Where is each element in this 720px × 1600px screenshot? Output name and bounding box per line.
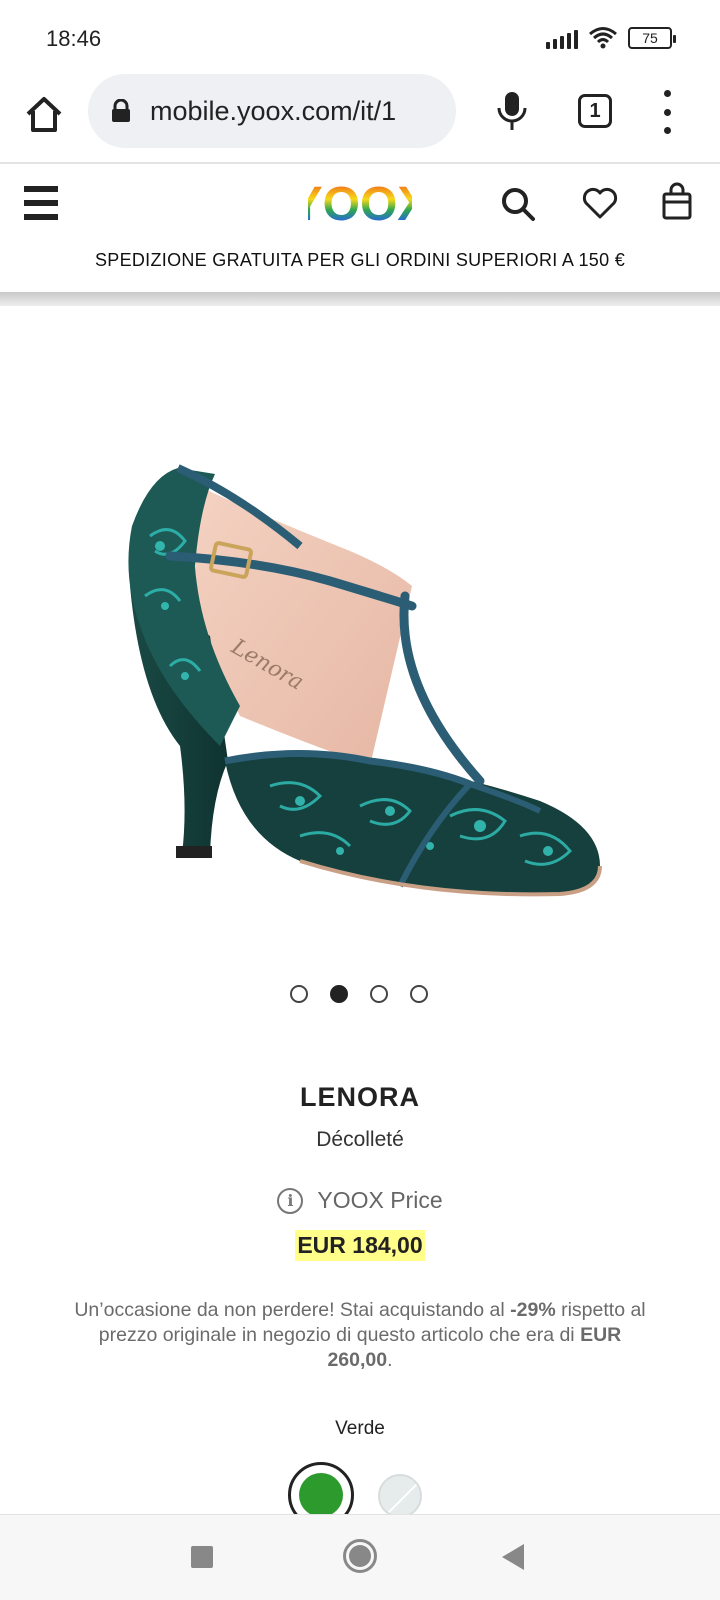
- color-swatch-unavailable[interactable]: [378, 1474, 422, 1518]
- heart-icon[interactable]: [582, 186, 618, 220]
- status-bar: 18:46 75: [0, 0, 720, 74]
- address-bar[interactable]: mobile.yoox.com/it/1: [88, 74, 456, 148]
- promo-discount: -29%: [510, 1299, 556, 1321]
- system-nav-bar: [0, 1514, 720, 1600]
- menu-icon[interactable]: [24, 186, 58, 220]
- home-circle-icon[interactable]: [343, 1539, 377, 1573]
- site-header: YOOX SPEDIZIONE GRATUITA PER GLI ORDINI …: [0, 164, 720, 292]
- price-wrap: EUR 184,00: [0, 1230, 720, 1261]
- swatch-fill: [299, 1473, 343, 1517]
- status-icons: 75: [546, 26, 676, 50]
- image-carousel-dots: [290, 985, 428, 1003]
- promo-text-3: .: [387, 1349, 393, 1371]
- url-text: mobile.yoox.com/it/1: [150, 95, 397, 126]
- selected-color-name: Verde: [335, 1418, 385, 1439]
- yoox-logo[interactable]: YOOX: [308, 176, 412, 228]
- price-label-row: i YOOX Price: [0, 1187, 720, 1214]
- product-image[interactable]: Lenora: [0, 306, 720, 956]
- signal-icon: [546, 27, 578, 49]
- shopping-bag-icon[interactable]: [662, 182, 692, 220]
- recent-apps-icon[interactable]: [191, 1546, 213, 1568]
- overflow-menu-icon[interactable]: [660, 90, 674, 134]
- header-shadow: [0, 292, 720, 306]
- carousel-dot-2[interactable]: [330, 985, 348, 1003]
- mic-icon[interactable]: [492, 88, 532, 136]
- battery-icon: 75: [628, 27, 676, 49]
- browser-toolbar: mobile.yoox.com/it/1 1: [0, 74, 720, 164]
- promo-text-1: Un’occasione da non perdere! Stai acquis…: [74, 1299, 511, 1321]
- shipping-banner: SPEDIZIONE GRATUITA PER GLI ORDINI SUPER…: [94, 250, 626, 270]
- tabs-icon[interactable]: 1: [578, 94, 612, 128]
- product-category: Décolleté: [316, 1128, 404, 1151]
- carousel-dot-3[interactable]: [370, 985, 388, 1003]
- carousel-dot-4[interactable]: [410, 985, 428, 1003]
- price-label: YOOX Price: [317, 1187, 443, 1213]
- wifi-icon: [589, 27, 617, 49]
- clock: 18:46: [46, 26, 102, 51]
- carousel-dot-1[interactable]: [290, 985, 308, 1003]
- product-brand[interactable]: LENORA: [0, 1082, 720, 1113]
- info-icon[interactable]: i: [277, 1187, 304, 1214]
- promo-text: Un’occasione da non perdere! Stai acquis…: [70, 1298, 650, 1373]
- product-price: EUR 184,00: [295, 1230, 425, 1261]
- lock-icon: [112, 99, 130, 122]
- page: 18:46 75 mobile.yoox.com/it/1 1 OO SPEDI…: [0, 0, 720, 1600]
- logo-text: YOOX: [308, 178, 412, 228]
- home-icon[interactable]: [22, 92, 66, 136]
- search-icon[interactable]: [500, 186, 536, 222]
- back-icon[interactable]: [502, 1544, 524, 1570]
